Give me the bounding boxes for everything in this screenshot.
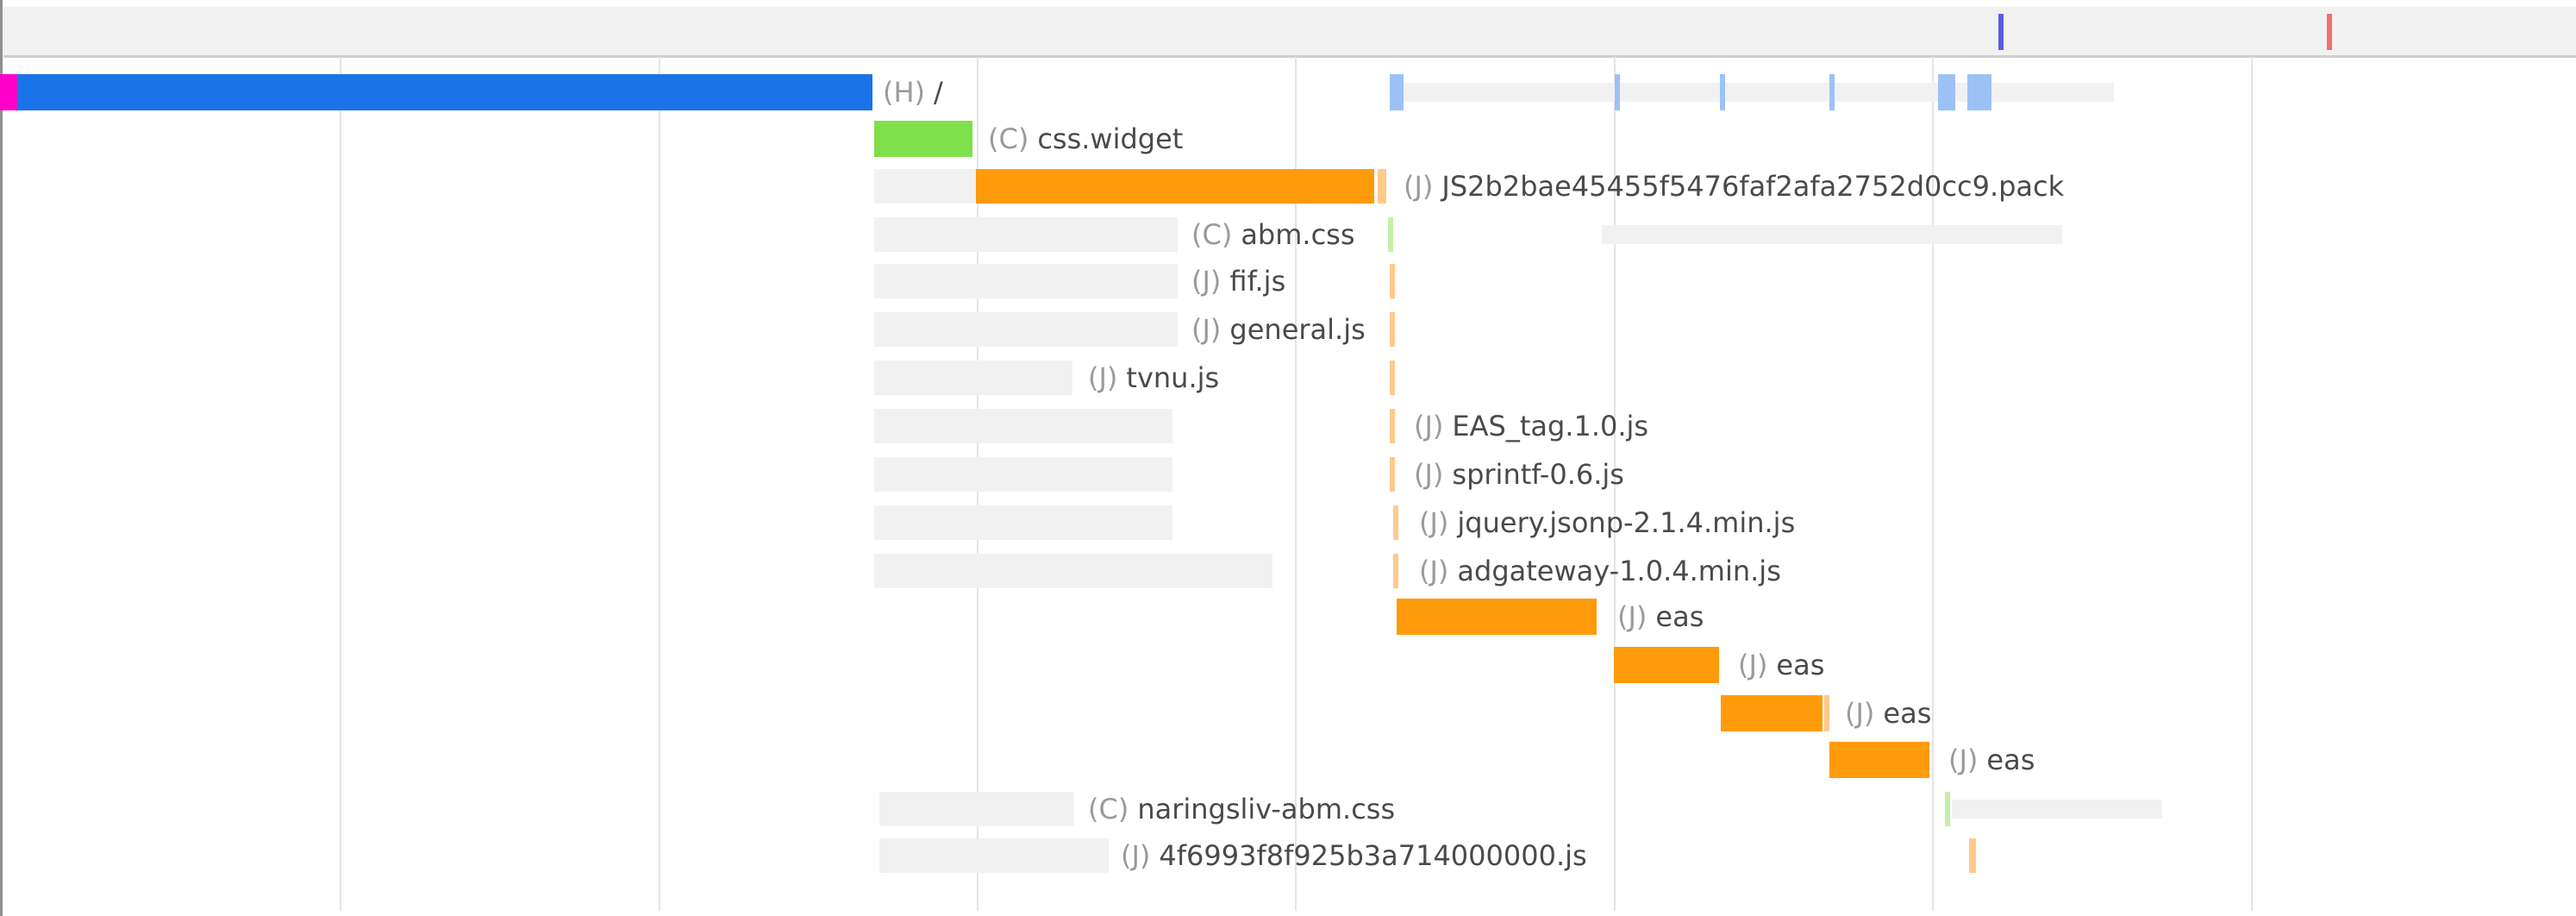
request-row-1-timing-segment-5 <box>1829 74 1835 110</box>
request-row-11-bar-1[interactable] <box>874 554 1272 588</box>
timeline-header <box>3 7 2576 58</box>
request-name: JS2b2bae45455f5476faf2afa2752d0cc9.pack <box>1441 170 2065 203</box>
request-row-10-bar-1[interactable] <box>874 505 1172 540</box>
request-row-1-timing-segment-3 <box>1615 74 1620 110</box>
request-name: eas <box>1986 743 2035 776</box>
request-row-4-timing-segment-1 <box>1602 225 2062 244</box>
request-type-tag: (J) <box>1419 555 1449 587</box>
request-row-6-bar-1[interactable] <box>874 312 1178 347</box>
request-name: general.js <box>1229 313 1366 346</box>
request-label-6[interactable]: (J) general.js <box>1191 312 1366 347</box>
request-row-15-bar-1[interactable] <box>1829 742 1929 778</box>
request-name: sprintf-0.6.js <box>1452 458 1624 491</box>
request-row-11-bar-2[interactable] <box>1393 554 1398 588</box>
request-row-9-bar-2[interactable] <box>1390 457 1395 492</box>
request-row-1-timing-segment-6 <box>1938 74 1955 110</box>
request-row-17-bar-1[interactable] <box>879 838 1109 873</box>
request-type-tag: (J) <box>1948 743 1979 776</box>
request-type-tag: (J) <box>1191 313 1222 346</box>
request-label-7[interactable]: (J) tvnu.js <box>1088 361 1219 395</box>
request-type-tag: (J) <box>1088 361 1118 394</box>
request-type-tag: (J) <box>1414 458 1444 491</box>
waterfall-chart: (H) / (C) css.widget (J) JS2b2bae45455f5476fa… <box>0 0 2576 916</box>
request-name: 4f6993f8f925b3a714000000.js <box>1159 839 1587 872</box>
request-label-13[interactable]: (J) eas <box>1738 648 1824 682</box>
request-type-tag: (J) <box>1617 600 1648 633</box>
request-label-10[interactable]: (J) jquery.jsonp-2.1.4.min.js <box>1419 505 1795 540</box>
request-row-8-bar-2[interactable] <box>1390 409 1395 443</box>
request-row-17-bar-2[interactable] <box>1969 838 1976 873</box>
request-name: naringsliv-abm.css <box>1137 793 1396 825</box>
request-row-1-bar-1[interactable] <box>17 74 872 110</box>
grid-line-1 <box>340 57 341 911</box>
request-row-3-bar-2[interactable] <box>976 169 1374 204</box>
request-type-tag: (C) <box>1191 218 1233 251</box>
request-label-4[interactable]: (C) abm.css <box>1191 217 1355 252</box>
request-row-14-bar-1[interactable] <box>1721 695 1823 731</box>
request-label-11[interactable]: (J) adgateway-1.0.4.min.js <box>1419 554 1781 588</box>
request-row-4-bar-2[interactable] <box>1388 217 1393 252</box>
request-row-1-timing-segment-2 <box>1390 74 1404 110</box>
request-name: eas <box>1776 649 1825 681</box>
request-row-12-bar-1[interactable] <box>1397 599 1597 635</box>
request-row-6-bar-2[interactable] <box>1390 312 1395 347</box>
navigation-start-marker <box>0 74 17 110</box>
request-label-17[interactable]: (J) 4f6993f8f925b3a714000000.js <box>1121 838 1587 873</box>
request-type-tag: (J) <box>1419 506 1449 539</box>
request-row-1-timing-segment-7 <box>1967 74 1991 110</box>
request-label-1[interactable]: (H) / <box>883 75 943 110</box>
request-name: fif.js <box>1229 265 1286 298</box>
request-label-8[interactable]: (J) EAS_tag.1.0.js <box>1414 409 1648 443</box>
request-type-tag: (C) <box>1088 793 1129 825</box>
left-border <box>0 0 3 916</box>
request-row-14-bar-2[interactable] <box>1824 695 1829 731</box>
request-row-5-bar-1[interactable] <box>874 264 1178 298</box>
request-name: tvnu.js <box>1126 361 1220 394</box>
request-row-8-bar-1[interactable] <box>874 409 1172 443</box>
request-row-7-bar-1[interactable] <box>874 361 1072 395</box>
request-name: / <box>934 76 943 109</box>
request-name: jquery.jsonp-2.1.4.min.js <box>1457 506 1796 539</box>
request-row-5-bar-2[interactable] <box>1390 264 1395 298</box>
request-row-9-bar-1[interactable] <box>874 457 1172 492</box>
request-name: abm.css <box>1241 218 1355 251</box>
request-type-tag: (C) <box>988 122 1029 155</box>
request-label-9[interactable]: (J) sprintf-0.6.js <box>1414 457 1624 492</box>
request-name: adgateway-1.0.4.min.js <box>1457 555 1781 587</box>
request-name: eas <box>1655 600 1704 633</box>
request-label-15[interactable]: (J) eas <box>1948 743 2035 777</box>
request-type-tag: (J) <box>1414 410 1444 442</box>
request-row-13-bar-1[interactable] <box>1614 647 1719 683</box>
dom-content-loaded-marker <box>1998 14 2004 50</box>
request-name: css.widget <box>1037 122 1184 155</box>
request-row-2-bar-1[interactable] <box>874 121 972 157</box>
request-type-tag: (J) <box>1191 265 1222 298</box>
request-row-16-bar-2[interactable] <box>1945 792 1950 826</box>
grid-line-2 <box>659 57 660 911</box>
request-row-1-timing-segment-4 <box>1720 74 1725 110</box>
load-marker <box>2327 14 2332 50</box>
request-row-10-bar-2[interactable] <box>1393 505 1398 540</box>
request-name: eas <box>1883 697 1932 730</box>
request-type-tag: (H) <box>883 76 926 109</box>
request-label-12[interactable]: (J) eas <box>1617 599 1704 634</box>
request-type-tag: (J) <box>1738 649 1768 681</box>
request-name: EAS_tag.1.0.js <box>1452 410 1649 442</box>
request-row-7-bar-2[interactable] <box>1390 361 1395 395</box>
request-label-3[interactable]: (J) JS2b2bae45455f5476faf2afa2752d0cc9.pa… <box>1404 169 2064 204</box>
grid-line-7 <box>2251 57 2253 911</box>
request-label-14[interactable]: (J) eas <box>1845 696 1931 731</box>
request-row-4-bar-1[interactable] <box>874 217 1178 252</box>
request-label-5[interactable]: (J) fif.js <box>1191 264 1285 298</box>
request-row-1-timing-segment-1 <box>1390 83 2114 102</box>
request-type-tag: (J) <box>1404 170 1434 203</box>
request-type-tag: (J) <box>1121 839 1151 872</box>
request-label-16[interactable]: (C) naringsliv-abm.css <box>1088 792 1395 826</box>
request-row-16-bar-1[interactable] <box>879 792 1074 826</box>
request-row-3-bar-1[interactable] <box>874 169 976 204</box>
request-row-16-timing-segment-1 <box>1952 800 2162 819</box>
request-label-2[interactable]: (C) css.widget <box>988 122 1183 156</box>
request-row-3-bar-3[interactable] <box>1378 169 1386 204</box>
request-type-tag: (J) <box>1845 697 1875 730</box>
